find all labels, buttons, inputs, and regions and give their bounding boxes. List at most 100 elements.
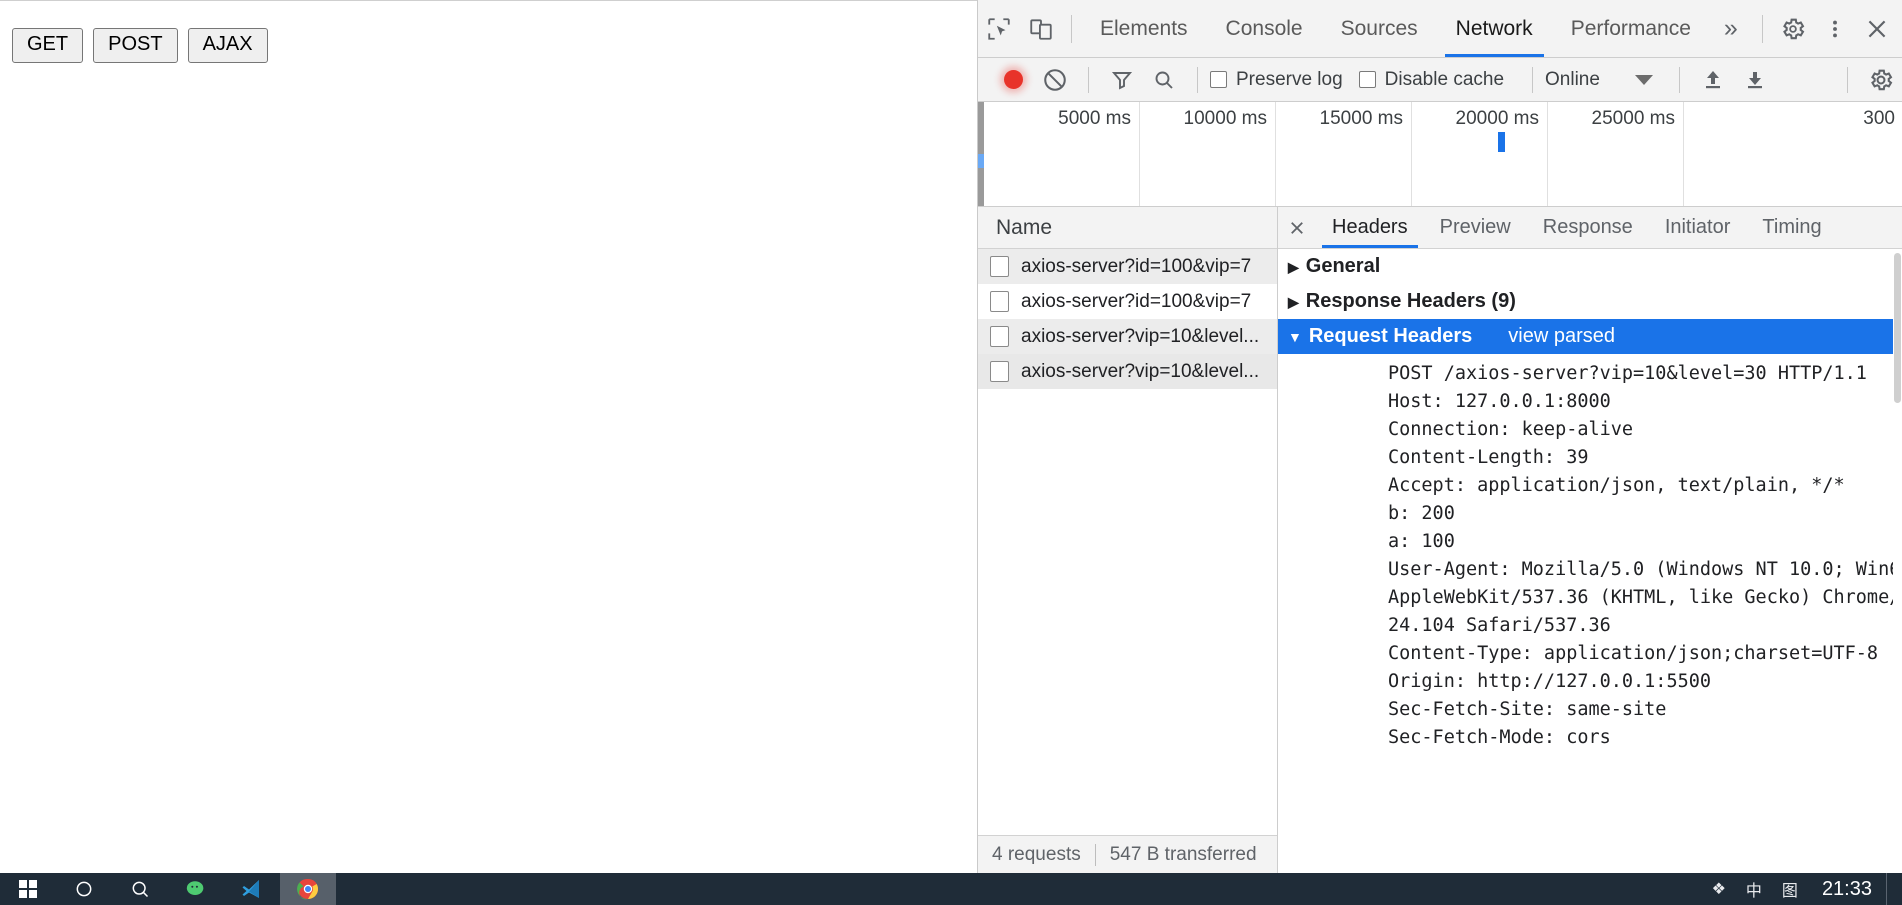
overview-tick-cell: 5000 ms	[984, 102, 1140, 206]
device-toolbar-icon[interactable]	[1020, 7, 1062, 51]
throttling-select[interactable]: Online	[1545, 69, 1653, 91]
chrome-button[interactable]	[280, 873, 336, 905]
inspect-element-icon[interactable]	[978, 7, 1020, 51]
tray-icon-2[interactable]: 图	[1772, 877, 1808, 901]
section-label: General	[1305, 255, 1381, 277]
cortana-button[interactable]	[56, 873, 112, 905]
toolbar-divider	[1197, 66, 1198, 93]
transferred-size: 547 B transferred	[1109, 843, 1257, 865]
tray-icon-ime[interactable]: 中	[1736, 877, 1772, 901]
wechat-button[interactable]	[168, 873, 224, 905]
header-line: Sec-Fetch-Mode: cors	[1388, 727, 1611, 748]
tab-preview[interactable]: Preview	[1424, 207, 1527, 248]
checkbox-box	[1358, 71, 1376, 88]
gear-icon[interactable]	[1772, 7, 1814, 51]
toolbar-divider	[1847, 66, 1848, 93]
request-details-pane: Headers Preview Response Initiator Timin…	[1278, 207, 1902, 873]
network-overview-timeline[interactable]: 5000 ms 10000 ms 15000 ms 20000 ms 25000…	[978, 102, 1902, 207]
checkbox-box	[1210, 71, 1227, 88]
overview-tick-cell: 25000 ms	[1548, 102, 1684, 206]
start-button[interactable]	[0, 873, 56, 905]
task-view-button[interactable]	[112, 873, 168, 905]
filter-icon[interactable]	[1101, 58, 1143, 102]
close-icon[interactable]	[1278, 207, 1316, 248]
header-line: Connection: keep-alive	[1388, 419, 1634, 440]
get-button[interactable]: GET	[12, 28, 84, 63]
tab-elements[interactable]: Elements	[1081, 0, 1207, 57]
tab-headers[interactable]: Headers	[1316, 207, 1424, 248]
scrollbar-thumb[interactable]	[1894, 253, 1901, 403]
tab-network[interactable]: Network	[1437, 0, 1552, 57]
row-checkbox[interactable]	[990, 256, 1009, 277]
devtools-panel: Elements Console Sources Network Perform…	[977, 0, 1902, 873]
show-desktop-button[interactable]	[1886, 873, 1896, 905]
table-row[interactable]: axios-server?id=100&vip=7	[978, 284, 1277, 319]
header-line: Host: 127.0.0.1:8000	[1388, 391, 1611, 412]
more-tabs-icon[interactable]: »	[1710, 16, 1752, 41]
devtools-tab-list: Elements Console Sources Network Perform…	[1081, 0, 1710, 57]
post-button[interactable]: POST	[93, 28, 178, 63]
import-har-icon[interactable]	[1692, 58, 1734, 102]
tab-sources[interactable]: Sources	[1322, 0, 1437, 57]
system-tray: ❖ 中 图 21:33	[1702, 873, 1902, 905]
section-response-headers[interactable]: ▶ Response Headers (9)	[1278, 284, 1902, 319]
preserve-log-checkbox[interactable]: Preserve log	[1210, 69, 1343, 91]
vscode-button[interactable]	[224, 873, 280, 905]
table-row[interactable]: axios-server?vip=10&level...	[978, 319, 1277, 354]
header-line: Accept: application/json, text/plain, */…	[1388, 475, 1845, 496]
overview-tick-label: 20000 ms	[1455, 108, 1539, 129]
tab-timing[interactable]: Timing	[1746, 207, 1837, 248]
toolbar-divider	[1678, 66, 1680, 93]
header-line: a: 100	[1388, 531, 1455, 552]
view-parsed-link[interactable]: view parsed	[1508, 325, 1615, 348]
request-name: axios-server?id=100&vip=7	[1021, 255, 1252, 277]
row-checkbox[interactable]	[990, 326, 1009, 347]
close-icon[interactable]	[1856, 7, 1898, 51]
request-count: 4 requests	[992, 843, 1081, 865]
request-name: axios-server?vip=10&level...	[1021, 360, 1260, 382]
table-row-selected[interactable]: axios-server?vip=10&level...	[978, 354, 1277, 389]
section-label: Request Headers	[1308, 325, 1473, 347]
record-button[interactable]	[992, 58, 1034, 102]
tab-performance[interactable]: Performance	[1552, 0, 1710, 57]
request-header-lines: POST /axios-server?vip=10&level=30 HTTP/…	[1278, 354, 1902, 752]
request-list-header: Name	[978, 207, 1277, 249]
section-request-headers[interactable]: ▼ Request Headers view parsed	[1278, 319, 1902, 354]
section-general[interactable]: ▶ General	[1278, 249, 1902, 284]
details-tabbar: Headers Preview Response Initiator Timin…	[1278, 207, 1902, 249]
overview-request-marker	[1498, 132, 1505, 152]
throttling-value: Online	[1545, 68, 1600, 90]
clear-button[interactable]	[1034, 58, 1076, 102]
status-divider	[1094, 843, 1096, 866]
tab-console[interactable]: Console	[1207, 0, 1322, 57]
toolbar-divider	[1532, 66, 1534, 93]
table-row[interactable]: axios-server?id=100&vip=7	[978, 249, 1277, 284]
header-line: Sec-Fetch-Site: same-site	[1388, 699, 1667, 720]
disable-cache-checkbox[interactable]: Disable cache	[1358, 69, 1504, 91]
network-settings-gear-icon[interactable]	[1860, 58, 1902, 102]
export-har-icon[interactable]	[1734, 58, 1776, 102]
screen: GET POST AJAX Elements Console Sources N…	[0, 0, 1902, 905]
chevron-right-icon: ▶	[1288, 293, 1299, 310]
row-checkbox[interactable]	[990, 291, 1009, 312]
header-line: 24.104 Safari/537.36	[1388, 615, 1611, 636]
overview-tick-label: 10000 ms	[1183, 108, 1267, 129]
request-name: axios-server?vip=10&level...	[1021, 325, 1260, 347]
kebab-menu-icon[interactable]	[1814, 7, 1856, 51]
header-line: Content-Length: 39	[1388, 447, 1589, 468]
overview-tick-cell: 15000 ms	[1276, 102, 1412, 206]
tray-icon-0[interactable]: ❖	[1702, 879, 1736, 899]
overview-tick-label: 25000 ms	[1591, 108, 1675, 129]
header-line: Content-Type: application/json;charset=U…	[1388, 643, 1879, 664]
details-scrollbar[interactable]	[1893, 249, 1902, 873]
taskbar-clock[interactable]: 21:33	[1808, 878, 1886, 901]
tab-response[interactable]: Response	[1527, 207, 1649, 248]
header-line: AppleWebKit/537.36 (KHTML, like Gecko) C…	[1388, 587, 1902, 608]
row-checkbox[interactable]	[990, 361, 1009, 382]
search-icon[interactable]	[1143, 58, 1185, 102]
header-line: Origin: http://127.0.0.1:5500	[1388, 671, 1712, 692]
devtools-tabbar: Elements Console Sources Network Perform…	[978, 0, 1902, 58]
tab-initiator[interactable]: Initiator	[1649, 207, 1747, 248]
overview-tick-label: 15000 ms	[1319, 108, 1403, 129]
ajax-button[interactable]: AJAX	[187, 28, 268, 63]
